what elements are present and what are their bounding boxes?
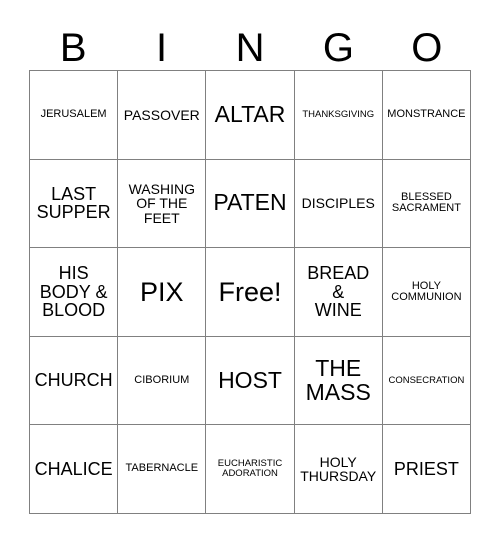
bingo-cell-label: PATEN: [213, 189, 287, 216]
bingo-row: HIS BODY & BLOOD PIX Free! BREAD & WINE …: [30, 248, 472, 337]
bingo-cell-label: CHURCH: [34, 370, 113, 391]
bingo-cell-n2[interactable]: PATEN: [206, 159, 295, 249]
bingo-cell-label: CONSECRATION: [388, 374, 465, 386]
bingo-cell-label: LAST SUPPER: [36, 183, 111, 223]
bingo-cell-label: THANKSGIVING: [302, 108, 375, 120]
bingo-cell-label: PRIEST: [393, 458, 459, 479]
bingo-cell-label: BLESSED SACRAMENT: [391, 190, 461, 215]
bingo-cell-label: TABERNACLE: [125, 462, 199, 475]
bingo-cell-label: MONSTRANCE: [387, 108, 466, 121]
bingo-grid: JERUSALEM PASSOVER ALTAR THANKSGIVING MO…: [29, 70, 472, 514]
bingo-card: B I N G O JERUSALEM PASSOVER ALTAR THANK…: [0, 0, 500, 544]
bingo-cell-label: HOLY THURSDAY: [300, 453, 377, 485]
bingo-cell-o4[interactable]: CONSECRATION: [382, 336, 472, 426]
bingo-cell-label: BREAD & WINE: [307, 262, 370, 321]
bingo-row: JERUSALEM PASSOVER ALTAR THANKSGIVING MO…: [30, 71, 472, 160]
bingo-cell-label: HOST: [218, 366, 282, 393]
bingo-cell-b3[interactable]: HIS BODY & BLOOD: [30, 248, 119, 337]
bingo-cell-g1[interactable]: THANKSGIVING: [294, 71, 383, 160]
header-letter-i: I: [156, 26, 168, 70]
bingo-cell-label: HOLY COMMUNION: [391, 279, 462, 303]
bingo-cell-i5[interactable]: TABERNACLE: [118, 425, 207, 514]
bingo-header-row: B I N G O: [29, 18, 471, 70]
bingo-cell-o3[interactable]: HOLY COMMUNION: [382, 248, 472, 337]
header-letter-b: B: [59, 26, 87, 70]
bingo-cell-n4[interactable]: HOST: [206, 336, 295, 426]
bingo-cell-n5[interactable]: EUCHARISTIC ADORATION: [206, 425, 295, 514]
bingo-cell-i1[interactable]: PASSOVER: [118, 71, 207, 160]
bingo-cell-label: WASHING OF THE FEET: [128, 180, 195, 226]
bingo-cell-i4[interactable]: CIBORIUM: [118, 336, 207, 426]
bingo-cell-o2[interactable]: BLESSED SACRAMENT: [382, 159, 472, 249]
bingo-cell-i2[interactable]: WASHING OF THE FEET: [118, 159, 207, 249]
bingo-cell-o1[interactable]: MONSTRANCE: [382, 71, 472, 160]
header-letter-n: N: [235, 26, 265, 70]
bingo-cell-free-space[interactable]: Free!: [206, 248, 295, 337]
bingo-cell-b1[interactable]: JERUSALEM: [30, 71, 119, 160]
bingo-cell-label: PASSOVER: [123, 106, 200, 123]
bingo-cell-label: EUCHARISTIC ADORATION: [217, 458, 283, 480]
bingo-row: LAST SUPPER WASHING OF THE FEET PATEN DI…: [30, 159, 472, 249]
bingo-cell-o5[interactable]: PRIEST: [382, 425, 472, 514]
bingo-cell-g4[interactable]: THE MASS: [294, 336, 383, 426]
bingo-cell-b5[interactable]: CHALICE: [30, 425, 119, 514]
bingo-cell-label: PIX: [140, 276, 184, 307]
bingo-cell-label: CIBORIUM: [134, 373, 190, 386]
bingo-cell-label: THE MASS: [305, 354, 371, 405]
bingo-cell-label: JERUSALEM: [40, 108, 107, 121]
free-space-label: Free!: [218, 276, 282, 307]
bingo-cell-label: CHALICE: [34, 458, 113, 479]
header-letter-g: G: [322, 26, 354, 70]
bingo-cell-i3[interactable]: PIX: [118, 248, 207, 337]
bingo-cell-n1[interactable]: ALTAR: [206, 71, 295, 160]
bingo-cell-label: DISCIPLES: [301, 195, 375, 212]
bingo-cell-g3[interactable]: BREAD & WINE: [294, 248, 383, 337]
bingo-cell-b2[interactable]: LAST SUPPER: [30, 159, 119, 249]
bingo-cell-label: ALTAR: [214, 100, 286, 127]
header-letter-o: O: [411, 26, 443, 70]
bingo-cell-label: HIS BODY & BLOOD: [39, 262, 108, 321]
bingo-row: CHALICE TABERNACLE EUCHARISTIC ADORATION…: [30, 425, 472, 514]
bingo-cell-g5[interactable]: HOLY THURSDAY: [294, 425, 383, 514]
bingo-row: CHURCH CIBORIUM HOST THE MASS CONSECRATI…: [30, 336, 472, 426]
bingo-cell-g2[interactable]: DISCIPLES: [294, 159, 383, 249]
bingo-cell-b4[interactable]: CHURCH: [30, 336, 119, 426]
